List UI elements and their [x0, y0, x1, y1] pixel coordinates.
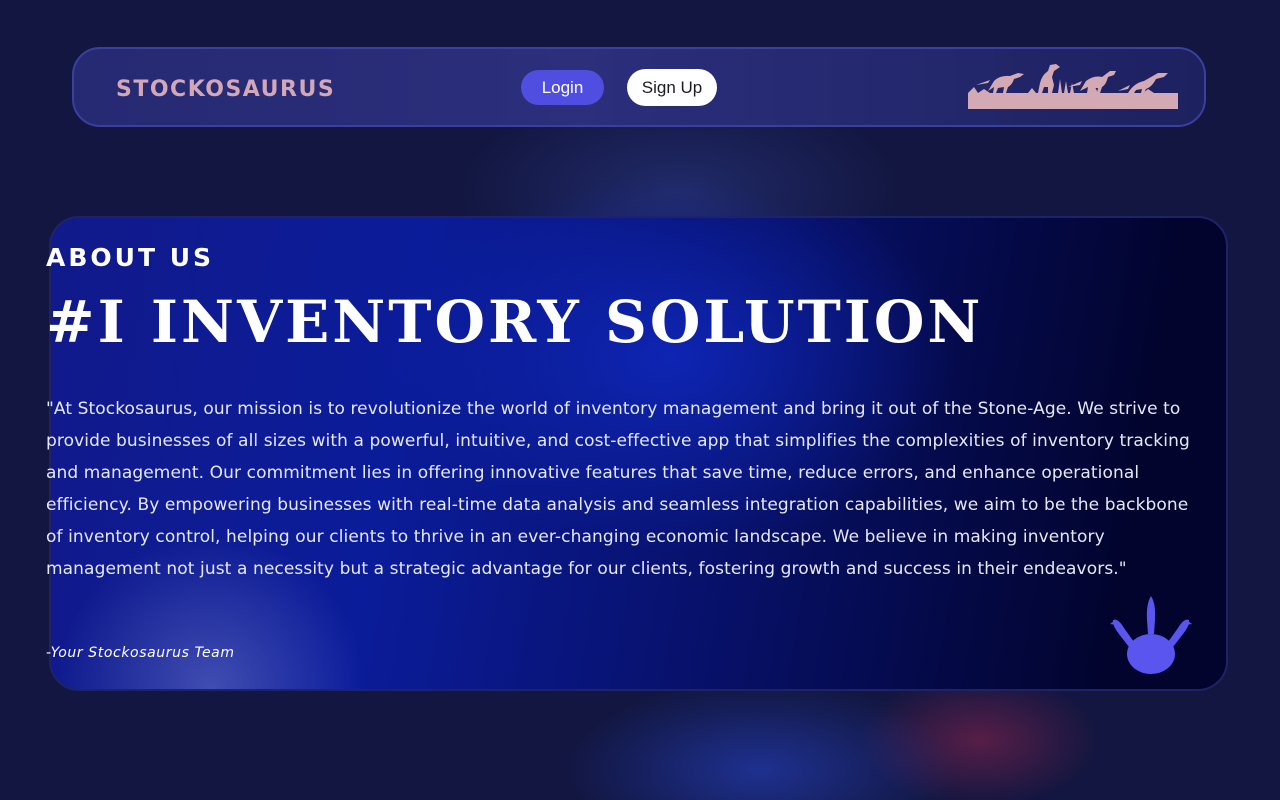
- about-us-heading: ABOUT US: [46, 243, 215, 272]
- mission-statement: "At Stockosaurus, our mission is to revo…: [46, 399, 1190, 579]
- page-title: #I INVENTORY SOLUTION: [46, 288, 984, 356]
- signup-button[interactable]: Sign Up: [627, 69, 717, 106]
- brand-logo-text[interactable]: STOCKOSAURUS: [116, 77, 335, 102]
- dino-footprint-icon: [1110, 596, 1192, 674]
- dinosaur-silhouettes-icon: [968, 64, 1178, 109]
- login-button[interactable]: Login: [521, 70, 604, 105]
- team-signature: -Your Stockosaurus Team: [46, 645, 235, 661]
- top-nav-bar: STOCKOSAURUS Login Sign Up: [72, 47, 1206, 127]
